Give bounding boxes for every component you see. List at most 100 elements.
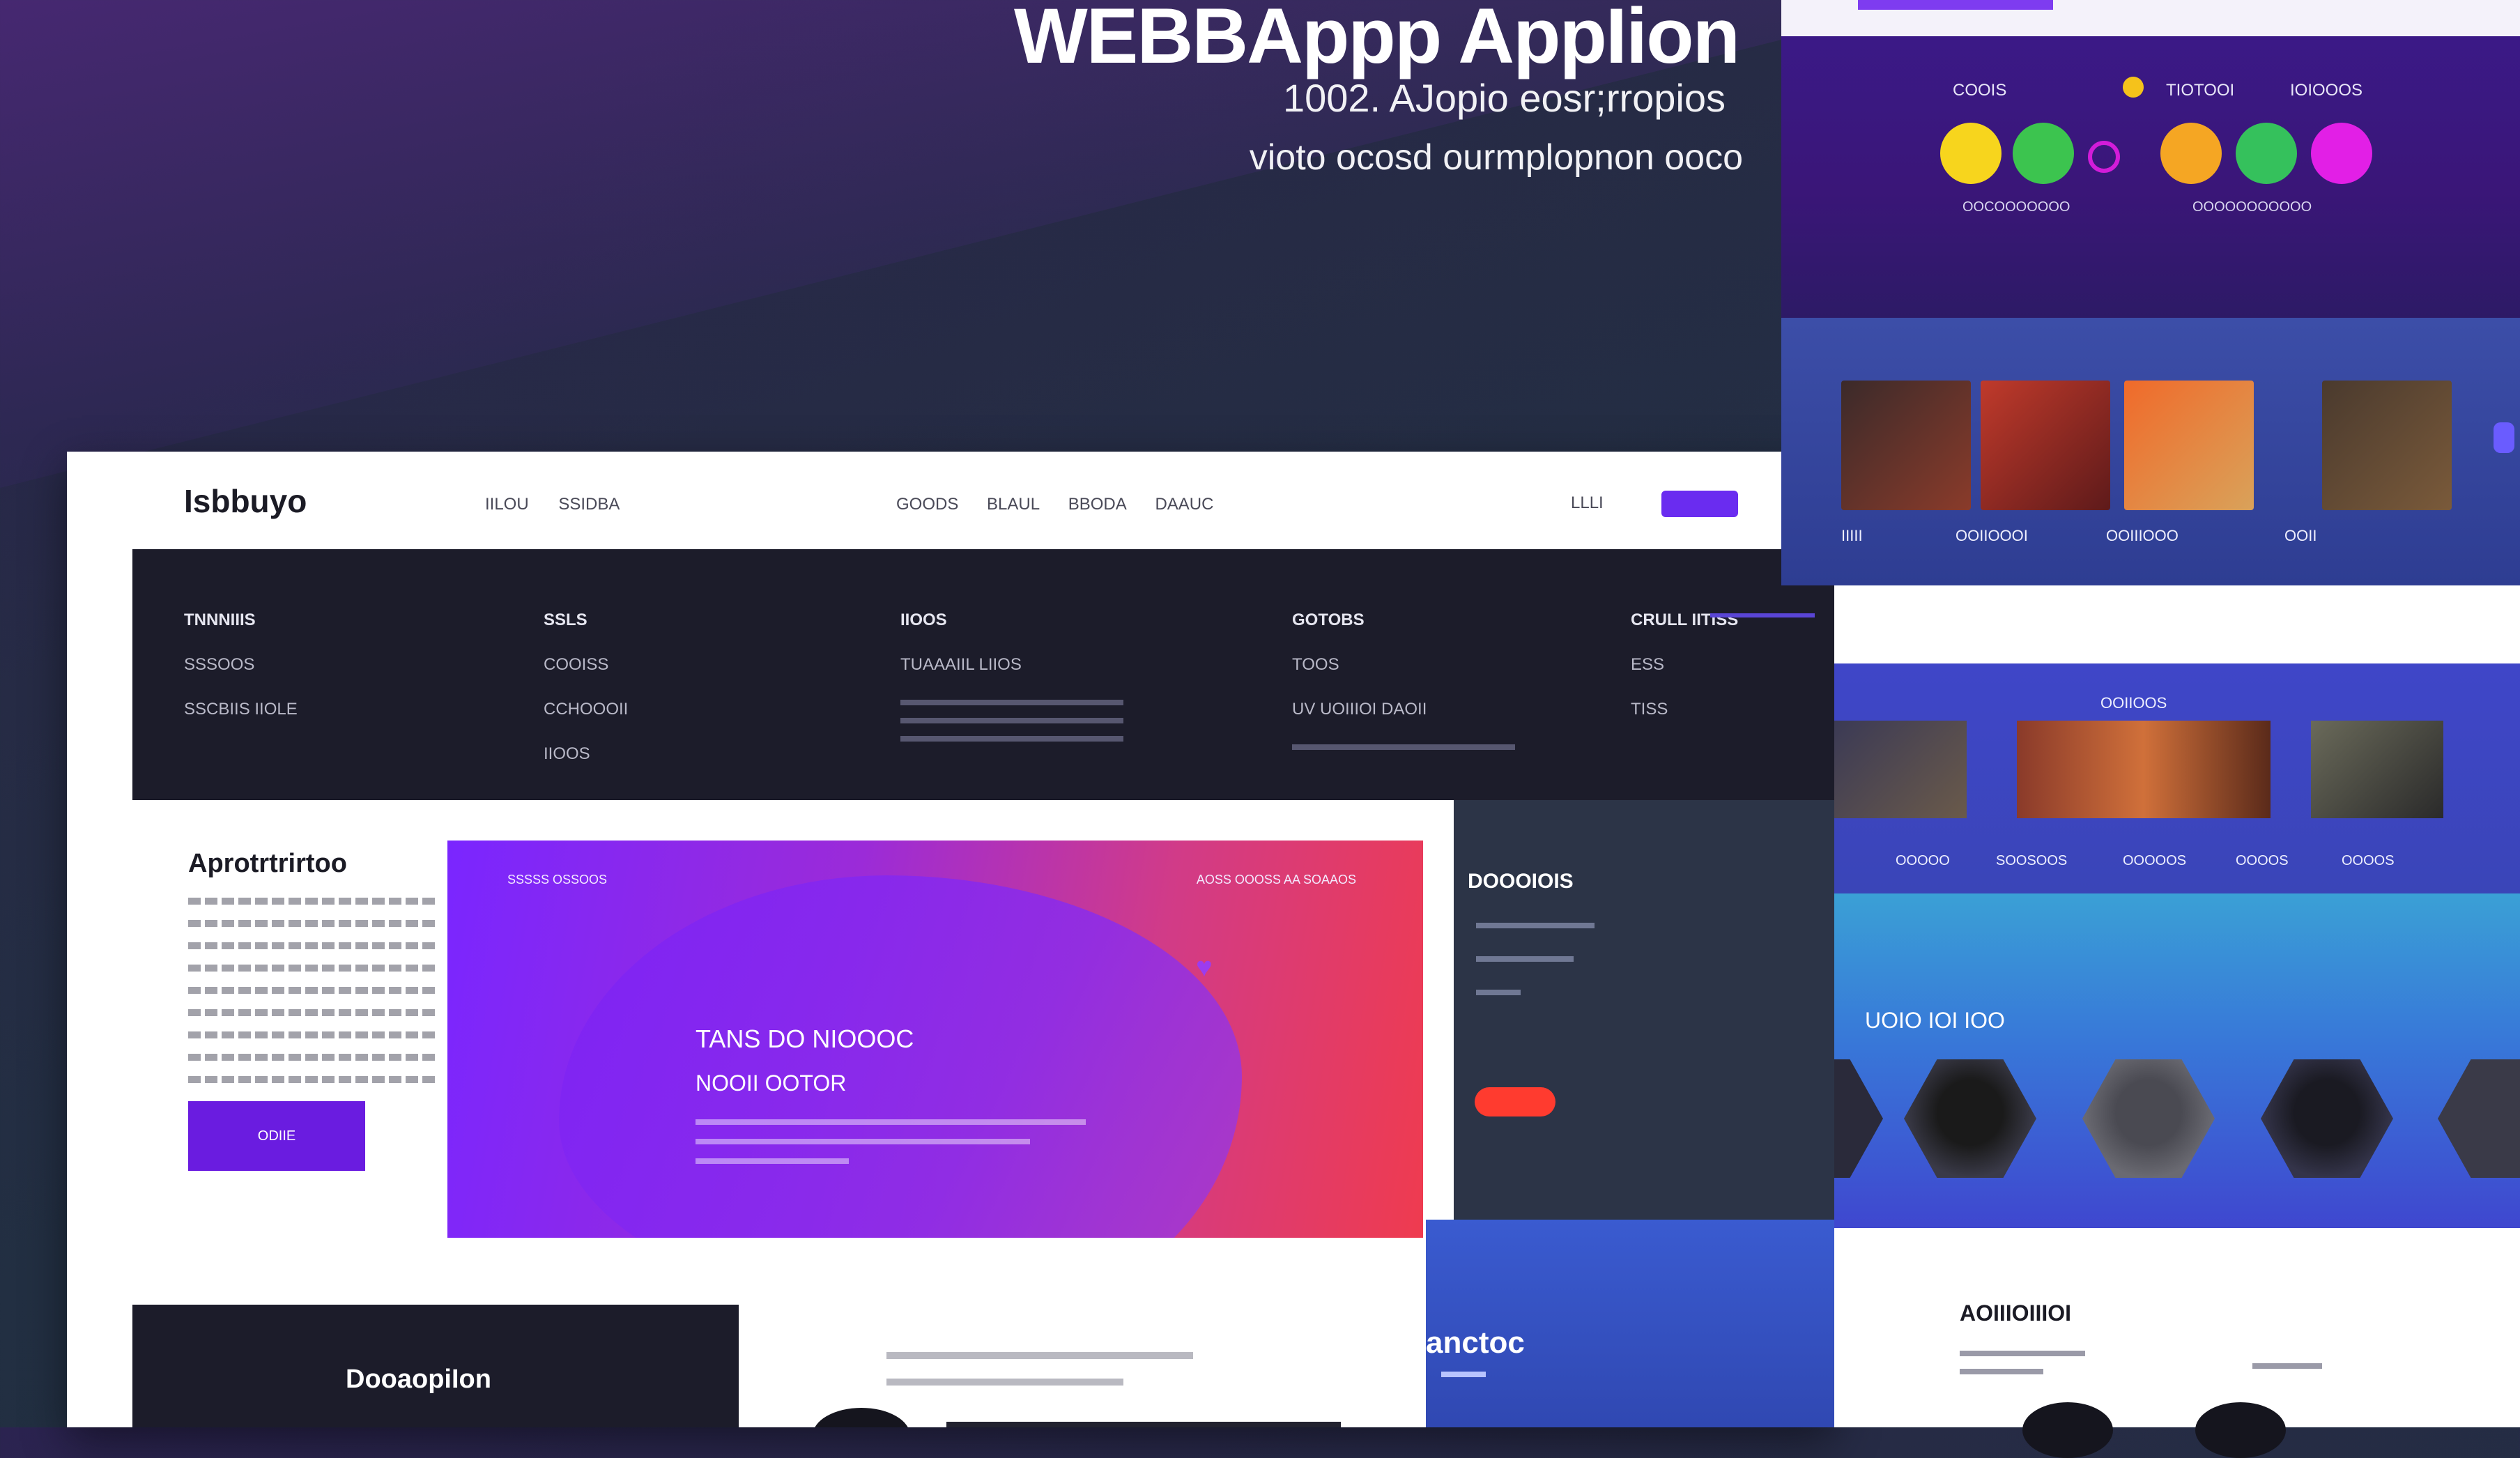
avatar[interactable] bbox=[2160, 123, 2222, 184]
blue-band-accent bbox=[1441, 1372, 1486, 1377]
mega-menu-column: IIOOS TUAAAIIL LIIOS bbox=[900, 611, 1123, 754]
banner-title: TANS DO NIOOOC bbox=[696, 1025, 914, 1053]
team-member-avatar[interactable] bbox=[2082, 1059, 2215, 1178]
banner-nav-item[interactable]: OOOOS bbox=[2236, 853, 2289, 869]
gallery-image[interactable] bbox=[2311, 721, 2443, 818]
caption: OOIIIOOO bbox=[2106, 527, 2179, 544]
banner-nav-item[interactable]: OOOOOS bbox=[2123, 853, 2186, 869]
menu-item[interactable]: TOOS bbox=[1292, 655, 1515, 675]
screen-topbar bbox=[1781, 0, 2520, 36]
nav-link[interactable]: BBODA bbox=[1068, 495, 1127, 514]
menu-item[interactable]: UV UOIIIOI DAOII bbox=[1292, 700, 1515, 719]
site-logo[interactable]: Isbbuyo bbox=[184, 482, 307, 520]
screen-gallery-banner: OOIIOOS OOOOO SOOSOOS OOOOOS OOOOS OOOOS bbox=[1834, 663, 2520, 893]
video-thumbnail[interactable] bbox=[1841, 381, 1971, 510]
screen-music-app: COOIS TIOTOOI IOIOOOS OOCOOOOOOO OOOOOOO… bbox=[1781, 0, 2520, 318]
banner-tag: SSSSS OSSOOS bbox=[507, 873, 608, 887]
nav-left-links: IILOU SSIDBA bbox=[485, 495, 645, 514]
divider bbox=[946, 1422, 1341, 1427]
menu-item[interactable]: COOISS bbox=[544, 655, 628, 675]
gallery-image[interactable] bbox=[2017, 721, 2271, 818]
menu-heading: IIOOS bbox=[900, 611, 947, 629]
placeholder-text-line bbox=[900, 700, 1123, 705]
category-label: TIOTOOI bbox=[2166, 81, 2235, 100]
side-panel-button[interactable] bbox=[1475, 1087, 1555, 1116]
hero-subtitle: 1002. AJopio eosr;rropios bbox=[1282, 76, 1726, 120]
caption: IIIII bbox=[1841, 527, 1863, 544]
bottom-text bbox=[886, 1352, 1193, 1405]
side-panel-text bbox=[1476, 923, 1595, 1023]
banner-nav-item[interactable]: SOOSOOS bbox=[1996, 853, 2067, 869]
gallery-image[interactable] bbox=[1834, 721, 1967, 818]
avatar bbox=[2022, 1402, 2113, 1458]
mega-menu-column: SSLS COOISS CCHOOOII IIOOS bbox=[544, 611, 628, 789]
nav-link[interactable]: BLAUL bbox=[987, 495, 1040, 514]
footer-title: AOIIIOIIIOI bbox=[1960, 1300, 2072, 1326]
badge-icon bbox=[2123, 77, 2144, 98]
avatar[interactable] bbox=[1940, 123, 2002, 184]
menu-accent-bar bbox=[1710, 613, 1815, 617]
hero-banner-card: SSSSS OSSOOS AOSS OOOSS AA SOAAOS ♥ TANS… bbox=[447, 841, 1423, 1238]
avatar bbox=[2195, 1402, 2286, 1458]
caption: OOII bbox=[2284, 527, 2317, 544]
avatar bbox=[813, 1408, 910, 1427]
caption: OOCOOOOOOO bbox=[1962, 199, 2070, 215]
team-member-avatar[interactable] bbox=[2261, 1059, 2393, 1178]
side-panel-title: DOOOIOIS bbox=[1468, 870, 1574, 893]
scroll-indicator[interactable] bbox=[2494, 422, 2514, 453]
screen-team-section: UOIO IOI IOO bbox=[1834, 893, 2520, 1228]
bottom-card-title: DooaopiIon bbox=[346, 1365, 491, 1394]
team-member-avatar[interactable] bbox=[1834, 1059, 1883, 1178]
topbar-button[interactable] bbox=[1858, 0, 2053, 10]
nav-link[interactable]: GOODS bbox=[896, 495, 958, 514]
about-title: Aprotrtrirtoo bbox=[188, 849, 347, 878]
nav-link[interactable]: IILOU bbox=[485, 495, 529, 514]
placeholder-text-line bbox=[1292, 744, 1515, 750]
team-member-avatar[interactable] bbox=[1904, 1059, 2036, 1178]
mega-menu: TNNNIIIS SSSOOS SSCBIIS IIOLE SSLS COOIS… bbox=[132, 549, 1834, 800]
avatar[interactable] bbox=[2236, 123, 2297, 184]
screen-footer: AOIIIOIIIOI bbox=[1834, 1228, 2520, 1458]
team-title: UOIO IOI IOO bbox=[1865, 1008, 2005, 1033]
blue-band-section: anctoc bbox=[1426, 1220, 1834, 1427]
menu-item[interactable]: TISS bbox=[1631, 700, 1738, 719]
caption: OOOOOOOOOOO bbox=[2192, 199, 2312, 215]
heart-icon: ♥ bbox=[1196, 952, 1213, 983]
banner-text bbox=[696, 1119, 1086, 1178]
menu-item[interactable]: ESS bbox=[1631, 655, 1738, 675]
bottom-dark-card: DooaopiIon bbox=[132, 1305, 739, 1427]
top-navigation: Isbbuyo IILOU SSIDBA GOODS BLAUL BBODA D… bbox=[67, 452, 1834, 549]
avatar[interactable] bbox=[2013, 123, 2074, 184]
placeholder-text-line bbox=[900, 736, 1123, 742]
about-text bbox=[188, 898, 439, 1098]
hero-tagline: vioto ocosd ourmplopnon ooco bbox=[1249, 137, 1743, 178]
menu-item[interactable]: CCHOOOII bbox=[544, 700, 628, 719]
video-thumbnail[interactable] bbox=[1981, 381, 2110, 510]
caption: OOIIOOOI bbox=[1956, 527, 2028, 544]
menu-item[interactable]: SSCBIIS IIOLE bbox=[184, 700, 298, 719]
banner-nav-item[interactable]: OOOOO bbox=[1896, 853, 1950, 869]
nav-link[interactable]: DAAUC bbox=[1155, 495, 1213, 514]
footer-text bbox=[2252, 1351, 2322, 1381]
about-button[interactable]: ODIIE bbox=[188, 1101, 365, 1171]
team-member-avatar[interactable] bbox=[2438, 1059, 2520, 1178]
category-label: COOIS bbox=[1953, 81, 2007, 100]
banner-title: OOIIOOS bbox=[2100, 694, 2167, 712]
menu-item[interactable]: TUAAAIIL LIIOS bbox=[900, 655, 1123, 675]
banner-nav-item[interactable]: OOOOS bbox=[2342, 853, 2395, 869]
avatar[interactable] bbox=[2311, 123, 2372, 184]
hero-title: WEBBAppp AppIion bbox=[1013, 0, 1740, 79]
video-thumbnail[interactable] bbox=[2322, 381, 2452, 510]
side-panel: DOOOIOIS bbox=[1454, 800, 1834, 1260]
avatar[interactable] bbox=[2088, 141, 2120, 173]
login-link[interactable]: LLLI bbox=[1571, 493, 1604, 513]
menu-item[interactable]: SSSOOS bbox=[184, 655, 298, 675]
category-label: IOIOOOS bbox=[2290, 81, 2363, 100]
mega-menu-column: GOTOBS TOOS UV UOIIIOI DAOII bbox=[1292, 611, 1515, 762]
video-thumbnail[interactable] bbox=[2124, 381, 2254, 510]
nav-link[interactable]: SSIDBA bbox=[558, 495, 620, 514]
menu-item[interactable]: IIOOS bbox=[544, 744, 628, 764]
banner-subtitle: NOOII OOTOR bbox=[696, 1071, 847, 1096]
mega-menu-column: CRULL IITISS ESS TISS bbox=[1631, 611, 1738, 744]
signup-button[interactable] bbox=[1661, 491, 1738, 517]
